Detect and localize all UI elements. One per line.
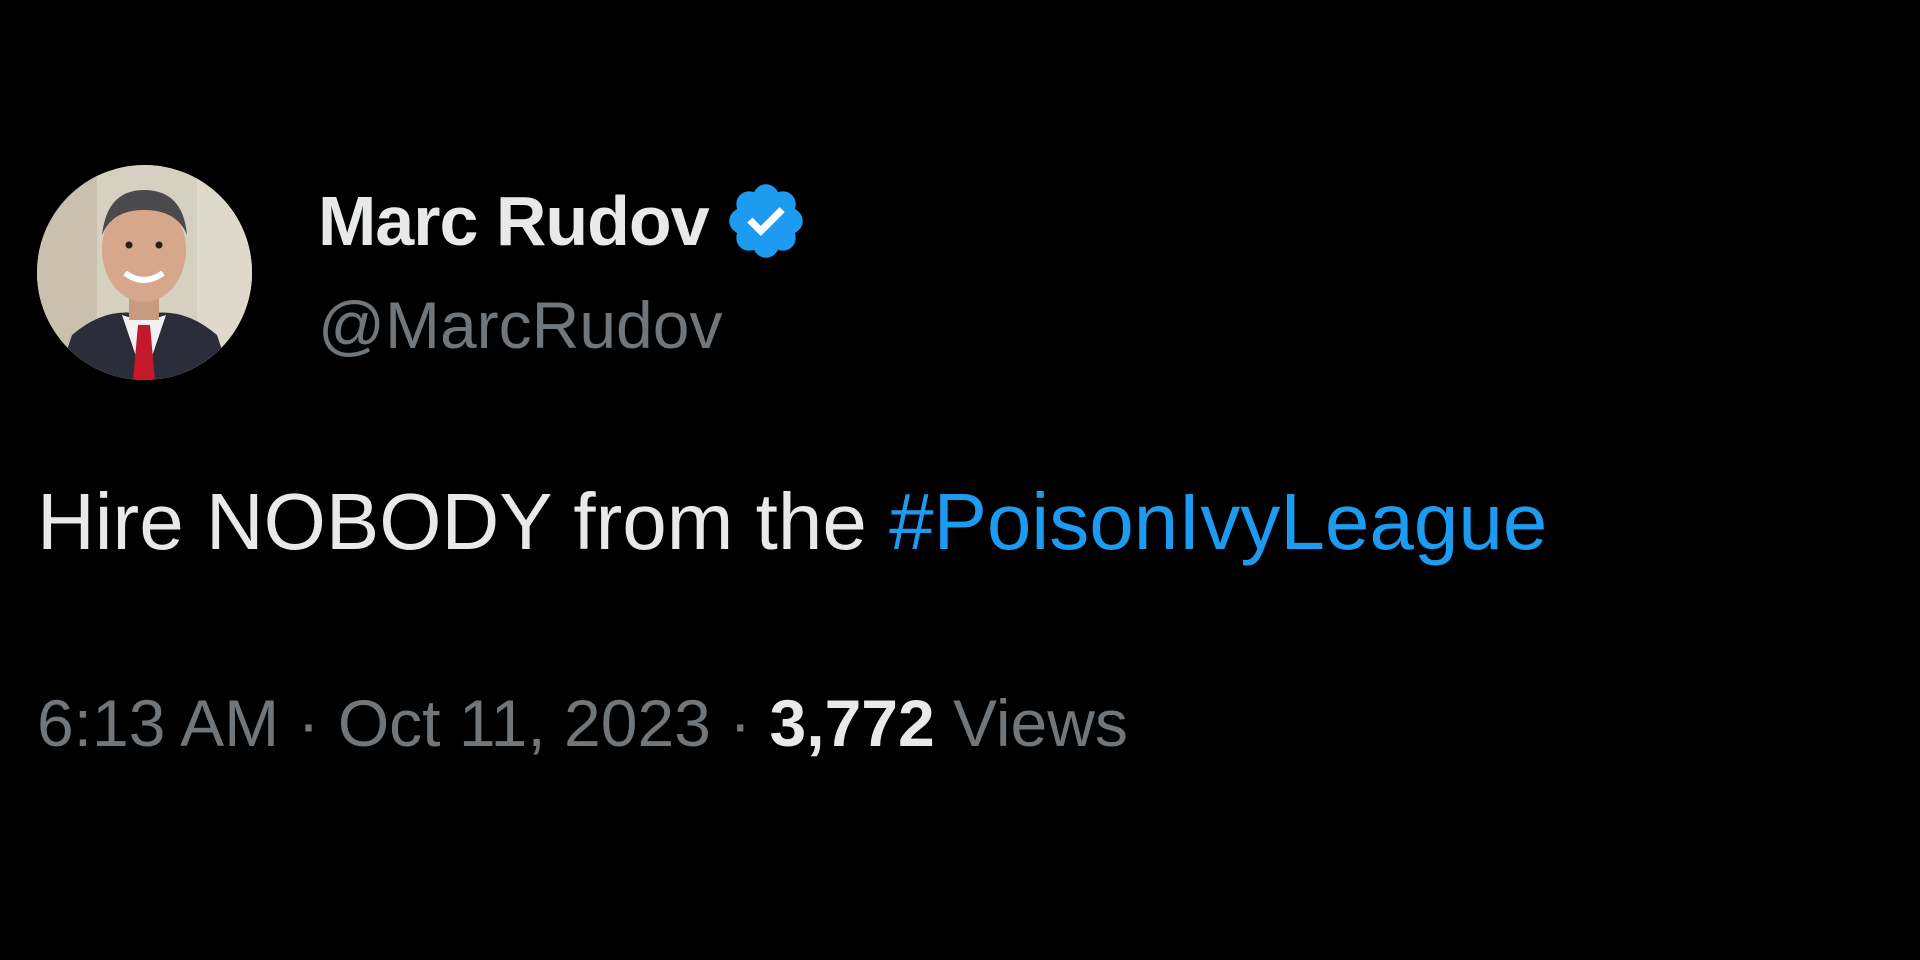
author-display-name[interactable]: Marc Rudov — [318, 186, 710, 256]
tweet-card: Marc Rudov @MarcRudov Hire NOBODY from t… — [0, 0, 1920, 960]
profile-photo-icon — [37, 165, 252, 380]
author-handle[interactable]: @MarcRudov — [318, 292, 722, 358]
meta-separator: · — [729, 686, 752, 760]
avatar[interactable] — [37, 165, 252, 380]
author-name-row: Marc Rudov — [318, 178, 809, 264]
tweet-text: Hire NOBODY from the #PoisonIvyLeague — [37, 478, 1547, 566]
tweet-time[interactable]: 6:13 AM — [37, 686, 279, 760]
hashtag-link[interactable]: #PoisonIvyLeague — [889, 477, 1547, 566]
views-count: 3,772 — [769, 686, 935, 760]
tweet-date[interactable]: Oct 11, 2023 — [338, 686, 711, 760]
meta-separator: · — [297, 686, 320, 760]
verified-badge-icon[interactable] — [723, 178, 809, 264]
views-label: Views — [953, 686, 1128, 760]
tweet-text-prefix: Hire NOBODY from the — [37, 477, 890, 566]
tweet-meta: 6:13 AM · Oct 11, 2023 · 3,772 Views — [37, 690, 1128, 756]
